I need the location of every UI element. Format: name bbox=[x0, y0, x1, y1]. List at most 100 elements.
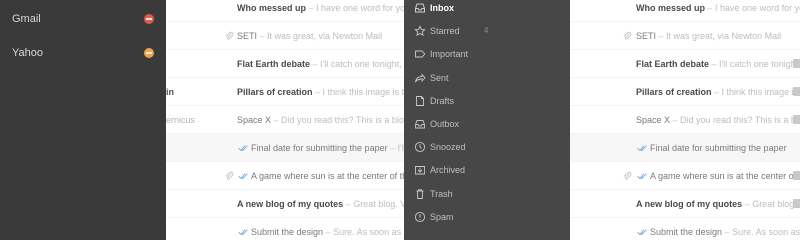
separator: – bbox=[343, 199, 354, 209]
message-snippet: Sure. As soon as I get the bbox=[333, 227, 404, 237]
message-subject: Submit the design bbox=[650, 227, 723, 237]
folder-inbox[interactable]: Inbox bbox=[404, 0, 570, 19]
folder-count: 4 bbox=[484, 26, 489, 36]
attachment-icon bbox=[623, 171, 632, 180]
message-preview: Submit the design – Sure. As soon as I g… bbox=[251, 218, 404, 240]
message-preview: Flat Earth debate – I'll catch one tonig… bbox=[237, 50, 404, 78]
message-preview: Pillars of creation – I think this image… bbox=[237, 78, 404, 106]
message-snippet: I'll catch one tonight, via Newton Mail bbox=[320, 59, 404, 69]
folder-outbox[interactable]: Outbox bbox=[404, 113, 570, 135]
folder-label: Spam bbox=[430, 211, 454, 222]
message-row[interactable]: Who messed up – I have one word for you! bbox=[570, 0, 800, 22]
message-preview: Who messed up – I have one word for you! bbox=[237, 0, 404, 22]
message-snippet: Did you read this? This is a blow bbox=[680, 115, 800, 125]
folder-label: Archived bbox=[430, 165, 466, 176]
trash-icon bbox=[416, 188, 424, 199]
folder-label: Trash bbox=[430, 188, 453, 199]
separator: – bbox=[312, 87, 323, 97]
message-subject: Who messed up bbox=[237, 3, 307, 13]
message-row[interactable]: A game where sun is at the center of the… bbox=[166, 162, 404, 190]
message-subject: SETI bbox=[237, 31, 258, 41]
message-subject: Who messed up bbox=[636, 3, 706, 13]
message-list: Who messed up – I have one word for you!… bbox=[166, 0, 404, 240]
folder-snoozed[interactable]: Snoozed bbox=[404, 136, 570, 158]
star-icon bbox=[414, 25, 426, 37]
message-row[interactable]: A game where sun is at the center of the bbox=[570, 162, 800, 190]
message-action-icon[interactable] bbox=[793, 199, 800, 208]
message-row[interactable]: Pillars of creation – I think this image… bbox=[570, 78, 800, 106]
message-subject: A game where sun is at the center of the… bbox=[251, 171, 404, 181]
message-subject: A new blog of my quotes bbox=[636, 199, 743, 209]
message-snippet: I think this image is the b bbox=[721, 87, 800, 97]
message-action-icon[interactable] bbox=[793, 87, 800, 96]
message-row[interactable]: SETI – It was great, via Newton Mail bbox=[570, 22, 800, 50]
message-preview: Final date for submitting the paper bbox=[650, 134, 787, 162]
double-check-icon bbox=[637, 145, 647, 151]
folder-label: Important bbox=[430, 49, 469, 60]
folder-trash[interactable]: Trash bbox=[404, 183, 570, 205]
folder-label: Inbox bbox=[430, 3, 454, 13]
message-snippet: Did you read this? This is a blow to the bbox=[281, 115, 404, 125]
double-check-icon bbox=[637, 229, 647, 235]
message-row[interactable]: Who messed up – I have one word for you! bbox=[166, 0, 404, 22]
message-action-icon[interactable] bbox=[793, 115, 800, 124]
account-item-gmail[interactable]: Gmail bbox=[0, 4, 166, 34]
message-preview: Pillars of creation – I think this image… bbox=[636, 78, 800, 106]
message-row[interactable]: ernicus Space X – Did you read this? This… bbox=[166, 106, 404, 134]
folder-spam[interactable]: Spam bbox=[404, 206, 570, 228]
separator: – bbox=[742, 199, 753, 209]
attachment-icon bbox=[225, 171, 234, 180]
folder-drafts[interactable]: Drafts bbox=[404, 90, 570, 112]
message-action-icon[interactable] bbox=[793, 59, 800, 68]
message-row[interactable]: A new blog of my quotes – Great blog. Ve… bbox=[570, 190, 800, 218]
separator: – bbox=[271, 115, 282, 125]
message-row[interactable]: A new blog of my quotes – Great blog. Ve… bbox=[166, 190, 404, 218]
message-row[interactable]: Flat Earth debate – I'll catch one tonig… bbox=[166, 50, 404, 78]
outbox-icon bbox=[415, 120, 425, 129]
message-row[interactable]: Final date for submitting the paper – I'… bbox=[166, 134, 404, 162]
message-snippet: Great blog. Very well bbox=[353, 199, 404, 209]
account-status-icon bbox=[144, 48, 154, 58]
message-row[interactable]: Space X – Did you read this? This is a b… bbox=[570, 106, 800, 134]
message-row[interactable]: Submit the design – Sure. As soon as I g… bbox=[570, 218, 800, 240]
message-subject: Space X bbox=[237, 115, 272, 125]
separator: – bbox=[306, 3, 317, 13]
message-row[interactable]: Final date for submitting the paper bbox=[570, 134, 800, 162]
message-subject: Final date for submitting the paper bbox=[251, 143, 388, 153]
message-action-icon[interactable] bbox=[793, 171, 800, 180]
message-snippet: I have one word for you! bbox=[715, 3, 800, 13]
account-drawer: Gmail Yahoo bbox=[0, 0, 166, 240]
message-list-secondary: Who messed up – I have one word for you!… bbox=[570, 0, 800, 240]
message-row[interactable]: SETI – It was great, via Newton Mail bbox=[166, 22, 404, 50]
account-status-icon bbox=[144, 14, 154, 24]
double-check-icon bbox=[238, 173, 248, 179]
message-subject: Flat Earth debate bbox=[636, 59, 710, 69]
archive-icon bbox=[415, 166, 425, 175]
message-preview: Space X – Did you read this? This is a b… bbox=[237, 106, 404, 134]
message-preview: A game where sun is at the center of the… bbox=[251, 162, 404, 190]
double-check-icon bbox=[238, 229, 248, 235]
account-item-yahoo[interactable]: Yahoo bbox=[0, 38, 166, 68]
message-preview: SETI – It was great, via Newton Mail bbox=[636, 22, 781, 50]
message-preview: Submit the design – Sure. As soon as I g… bbox=[650, 218, 800, 240]
message-row[interactable]: in Pillars of creation – I think this ima… bbox=[166, 78, 404, 106]
separator: – bbox=[670, 115, 681, 125]
message-subject: Final date for submitting the paper bbox=[650, 143, 787, 153]
folder-label: Drafts bbox=[430, 95, 455, 106]
folder-drawer: Inbox Starred 4 Important Sent Drafts Outbox Sn… bbox=[404, 0, 570, 240]
message-snippet: Sure. As soon as I get the bbox=[732, 227, 800, 237]
folder-archived[interactable]: Archived bbox=[404, 159, 570, 181]
separator: – bbox=[656, 31, 667, 41]
folder-starred[interactable]: Starred 4 bbox=[404, 20, 570, 42]
send-icon bbox=[414, 72, 426, 83]
message-subject: A new blog of my quotes bbox=[237, 199, 344, 209]
message-subject: Flat Earth debate bbox=[237, 59, 311, 69]
folder-important[interactable]: Important bbox=[404, 43, 570, 65]
message-row[interactable]: Flat Earth debate – I'll catch one tonig… bbox=[570, 50, 800, 78]
separator: – bbox=[722, 227, 733, 237]
sender-name: in bbox=[166, 87, 174, 97]
folder-label: Snoozed bbox=[430, 142, 466, 153]
message-row[interactable]: Submit the design – Sure. As soon as I g… bbox=[166, 218, 404, 240]
separator: – bbox=[257, 31, 268, 41]
folder-sent[interactable]: Sent bbox=[404, 67, 570, 89]
